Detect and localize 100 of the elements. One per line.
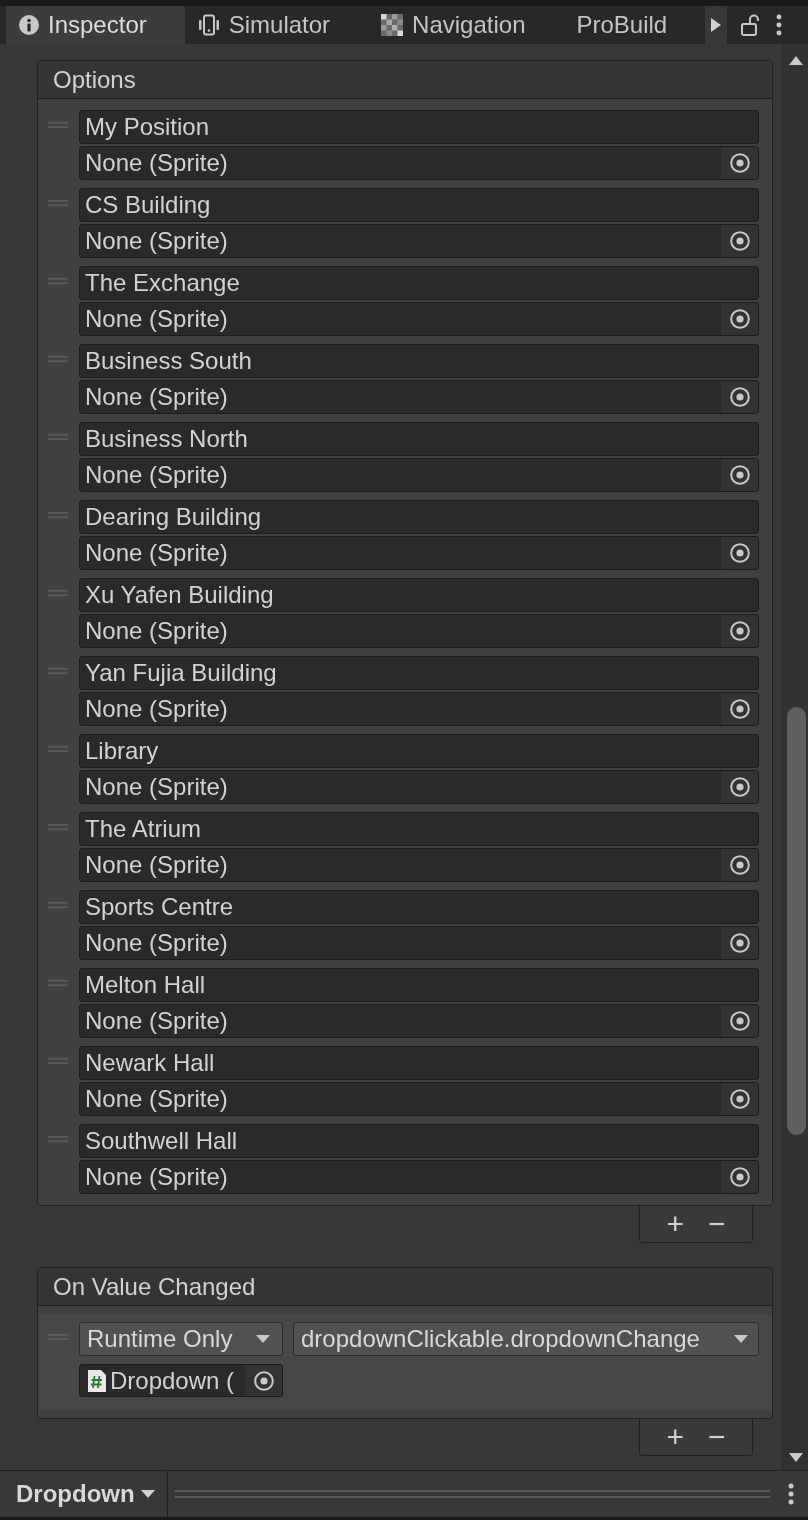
object-picker-button[interactable] [721, 1161, 758, 1193]
drag-handle-icon[interactable] [48, 356, 68, 362]
object-picker-button[interactable] [721, 849, 758, 881]
sprite-field[interactable]: None (Sprite) [79, 380, 759, 414]
panel-header: Options [38, 61, 772, 99]
function-dropdown[interactable]: dropdownClickable.dropdownChange [293, 1322, 759, 1356]
field-value: None (Sprite) [85, 1085, 229, 1113]
target-icon [729, 1167, 750, 1187]
field-value: None (Sprite) [85, 539, 229, 567]
drag-handle-icon[interactable] [48, 1334, 68, 1340]
sprite-field[interactable]: None (Sprite) [79, 536, 759, 570]
object-field[interactable]: Dropdown ( [79, 1364, 283, 1397]
sprite-field[interactable]: None (Sprite) [79, 1082, 759, 1116]
drag-handle-icon[interactable] [48, 434, 68, 440]
drag-handle-icon[interactable] [48, 512, 68, 518]
field-value: None (Sprite) [85, 851, 229, 879]
target-icon [729, 309, 750, 329]
target-icon [729, 1089, 750, 1109]
scrollbar-thumb[interactable] [787, 707, 806, 1135]
sprite-field[interactable]: None (Sprite) [79, 1004, 759, 1038]
object-picker-button[interactable] [245, 1365, 282, 1396]
text-field[interactable]: CS Building [79, 188, 759, 222]
kebab-menu-icon[interactable] [788, 1483, 794, 1505]
sprite-field[interactable]: None (Sprite) [79, 224, 759, 258]
object-picker-button[interactable] [721, 303, 758, 335]
text-field[interactable]: Library [79, 734, 759, 768]
field-value: Dropdown ( [110, 1366, 236, 1395]
target-icon [729, 699, 750, 719]
drag-handle-icon[interactable] [48, 122, 68, 128]
target-icon [729, 933, 750, 953]
add-button[interactable]: + [662, 1209, 688, 1239]
object-picker-button[interactable] [721, 537, 758, 569]
text-field[interactable]: Dearing Building [79, 500, 759, 534]
mode-dropdown[interactable]: Runtime Only [79, 1322, 283, 1356]
caret-icon [256, 1335, 270, 1343]
object-picker-button[interactable] [721, 771, 758, 803]
object-picker-button[interactable] [721, 1083, 758, 1115]
object-picker-button[interactable] [721, 459, 758, 491]
field-value: None (Sprite) [85, 149, 229, 177]
tab[interactable]: Simulator [184, 6, 369, 44]
object-picker-button[interactable] [721, 615, 758, 647]
field-value: None (Sprite) [85, 695, 229, 723]
sprite-field[interactable]: None (Sprite) [79, 926, 759, 960]
text-field[interactable]: Melton Hall [79, 968, 759, 1002]
sprite-field[interactable]: None (Sprite) [79, 302, 759, 336]
text-field[interactable]: The Atrium [79, 812, 759, 846]
kebab-menu-icon[interactable] [776, 14, 782, 36]
object-picker-button[interactable] [721, 225, 758, 257]
text-field[interactable]: My Position [79, 110, 759, 144]
remove-button[interactable]: − [704, 1422, 730, 1452]
drag-handle-icon[interactable] [48, 1058, 68, 1064]
field-value: None (Sprite) [85, 227, 229, 255]
sprite-field[interactable]: None (Sprite) [79, 770, 759, 804]
target-icon [253, 1370, 274, 1391]
drag-handle-icon[interactable] [48, 980, 68, 986]
text-field[interactable]: Business North [79, 422, 759, 456]
tab[interactable]: ProBuild [563, 6, 706, 44]
drag-handle-icon[interactable] [48, 824, 68, 830]
scroll-down-icon[interactable] [788, 1453, 803, 1462]
drag-handle-icon[interactable] [48, 590, 68, 596]
drag-handle-icon[interactable] [48, 1136, 68, 1142]
text-field[interactable]: Business South [79, 344, 759, 378]
triangle-right-icon [711, 18, 722, 32]
object-picker-button[interactable] [721, 693, 758, 725]
sprite-field[interactable]: None (Sprite) [79, 1160, 759, 1194]
sprite-field[interactable]: None (Sprite) [79, 692, 759, 726]
sprite-field[interactable]: None (Sprite) [79, 614, 759, 648]
field-value: None (Sprite) [85, 929, 229, 957]
remove-button[interactable]: − [704, 1209, 730, 1239]
drag-handle-icon[interactable] [48, 902, 68, 908]
text-field[interactable]: The Exchange [79, 266, 759, 300]
text-field[interactable]: Southwell Hall [79, 1124, 759, 1158]
scrollbar-track[interactable] [782, 44, 808, 1470]
text-field[interactable]: Sports Centre [79, 890, 759, 924]
text-field[interactable]: Yan Fujia Building [79, 656, 759, 690]
drag-handle-icon[interactable] [48, 746, 68, 752]
text-field[interactable]: Xu Yafen Building [79, 578, 759, 612]
add-button[interactable]: + [662, 1422, 688, 1452]
tab[interactable]: Inspector [6, 6, 185, 44]
sprite-field[interactable]: None (Sprite) [79, 458, 759, 492]
target-icon [729, 1011, 750, 1031]
tab[interactable]: Navigation [368, 6, 564, 44]
field-value: None (Sprite) [85, 305, 229, 333]
sprite-field[interactable]: None (Sprite) [79, 146, 759, 180]
object-picker-button[interactable] [721, 147, 758, 179]
tab-overflow-button[interactable] [705, 6, 728, 44]
lock-icon[interactable] [741, 14, 760, 36]
scroll-up-icon[interactable] [788, 56, 803, 65]
drag-handle-icon[interactable] [48, 668, 68, 674]
caret-icon [734, 1335, 748, 1343]
object-picker-button[interactable] [721, 381, 758, 413]
drag-handle-icon[interactable] [48, 278, 68, 284]
object-picker-button[interactable] [721, 927, 758, 959]
component-dropdown[interactable]: Dropdown [0, 1471, 168, 1517]
sprite-field[interactable]: None (Sprite) [79, 848, 759, 882]
text-field[interactable]: Newark Hall [79, 1046, 759, 1080]
target-icon [729, 387, 750, 407]
field-value: None (Sprite) [85, 461, 229, 489]
drag-handle-icon[interactable] [48, 200, 68, 206]
object-picker-button[interactable] [721, 1005, 758, 1037]
